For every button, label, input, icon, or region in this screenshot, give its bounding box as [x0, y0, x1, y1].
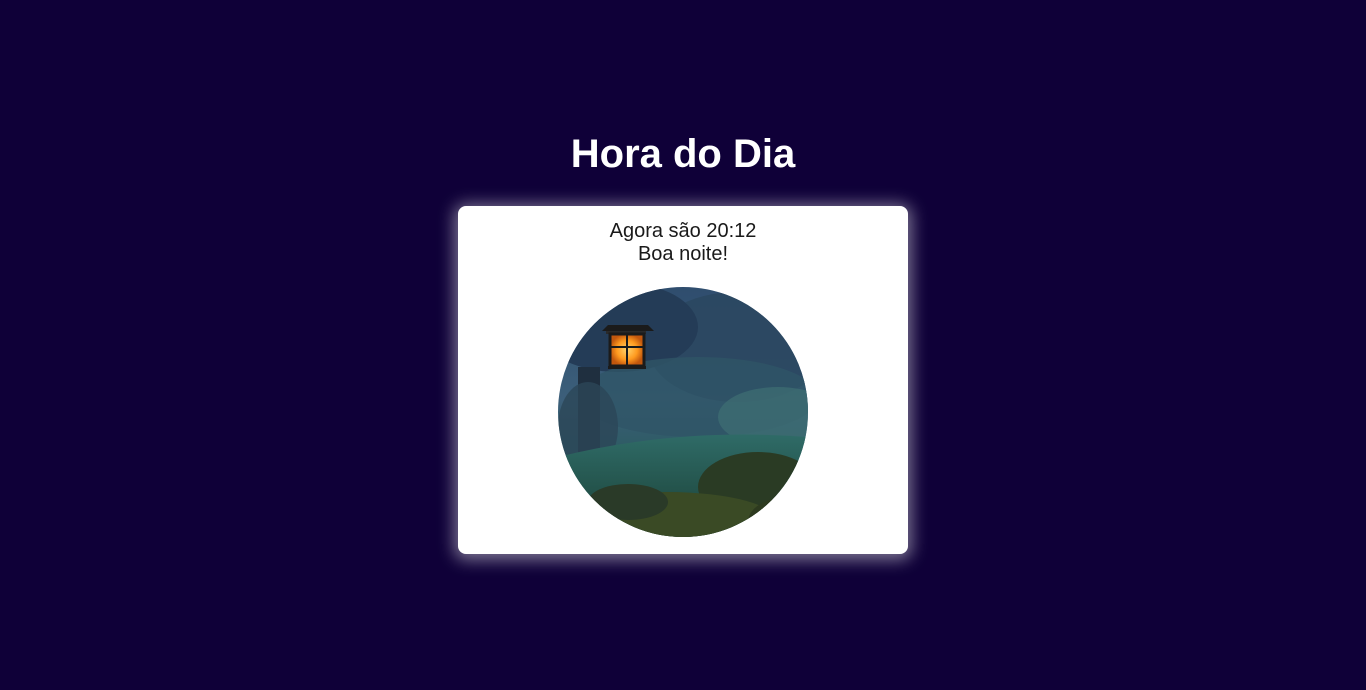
time-card: Agora são 20:12 Boa noite!: [458, 206, 908, 554]
greeting-text: Boa noite!: [637, 243, 729, 265]
page-title: Hora do Dia: [570, 132, 796, 176]
period-image: [558, 287, 808, 537]
current-time-text: Agora são 20:12: [609, 220, 757, 242]
time-message: Agora são 20:12 Boa noite!: [458, 220, 908, 266]
night-garden-lantern-photo: [558, 287, 808, 537]
page: Hora do Dia Agora são 20:12 Boa noite!: [0, 0, 1366, 690]
